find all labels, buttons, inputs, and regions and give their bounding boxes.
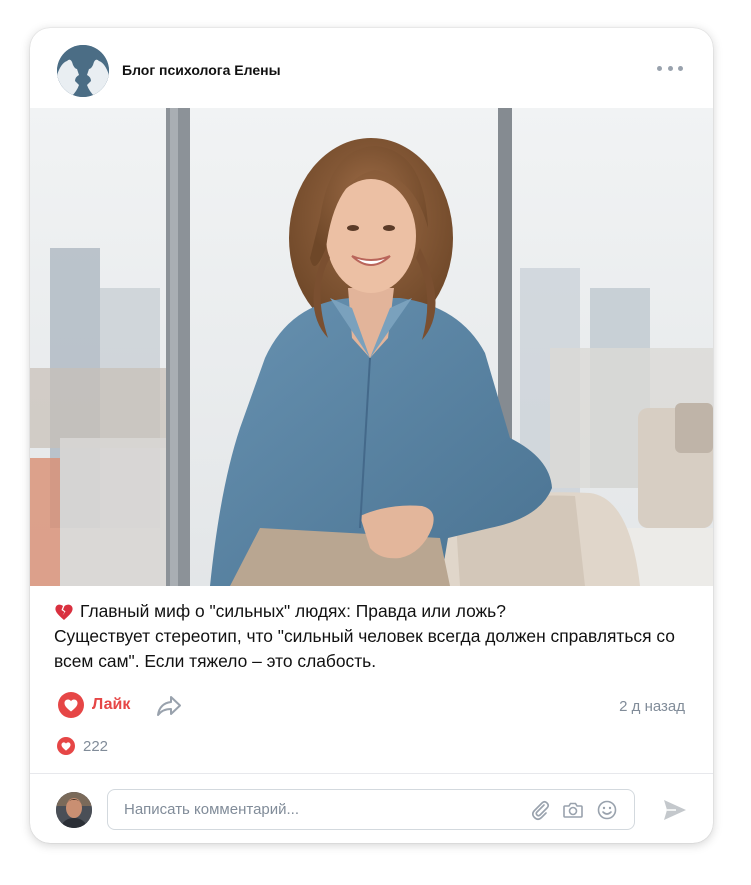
heart-icon: [57, 737, 75, 755]
avatar-profiles-logo: [57, 45, 109, 97]
comment-row: Написать комментарий...: [30, 774, 713, 843]
like-button[interactable]: Лайк: [58, 692, 130, 718]
likes-count: 222: [83, 737, 109, 755]
post-date: 2 д назад: [619, 698, 685, 715]
post-title: Главный миф о "сильных" людях: Правда ил…: [80, 601, 506, 621]
comment-placeholder: Написать комментарий...: [124, 801, 300, 818]
post-text: Главный миф о "сильных" людях: Правда ил…: [54, 599, 704, 674]
share-icon[interactable]: [156, 695, 182, 722]
comment-input[interactable]: Написать комментарий...: [107, 789, 635, 830]
post-card: Блог психолога Елены Главный миф о "силь…: [30, 28, 713, 843]
like-label: Лайк: [92, 696, 131, 713]
send-icon[interactable]: [662, 798, 688, 822]
author-avatar[interactable]: [57, 45, 109, 97]
more-options-icon[interactable]: [657, 58, 683, 78]
post-actions: Лайк 2 д назад: [30, 683, 713, 729]
post-photo[interactable]: [30, 108, 713, 586]
broken-heart-icon: [54, 602, 74, 622]
author-name[interactable]: Блог психолога Елены: [122, 62, 281, 78]
likes-summary[interactable]: 222: [57, 737, 108, 755]
heart-icon: [58, 692, 84, 718]
camera-icon[interactable]: [562, 799, 584, 821]
attach-icon[interactable]: [529, 799, 551, 821]
post-header: Блог психолога Елены: [30, 28, 713, 108]
post-body-line-1: Существует стереотип, что "сильный челов…: [54, 626, 675, 646]
smile-icon[interactable]: [596, 799, 618, 821]
post-body-line-2: всем сам". Если тяжело – это слабость.: [54, 651, 377, 671]
user-avatar[interactable]: [56, 792, 92, 828]
